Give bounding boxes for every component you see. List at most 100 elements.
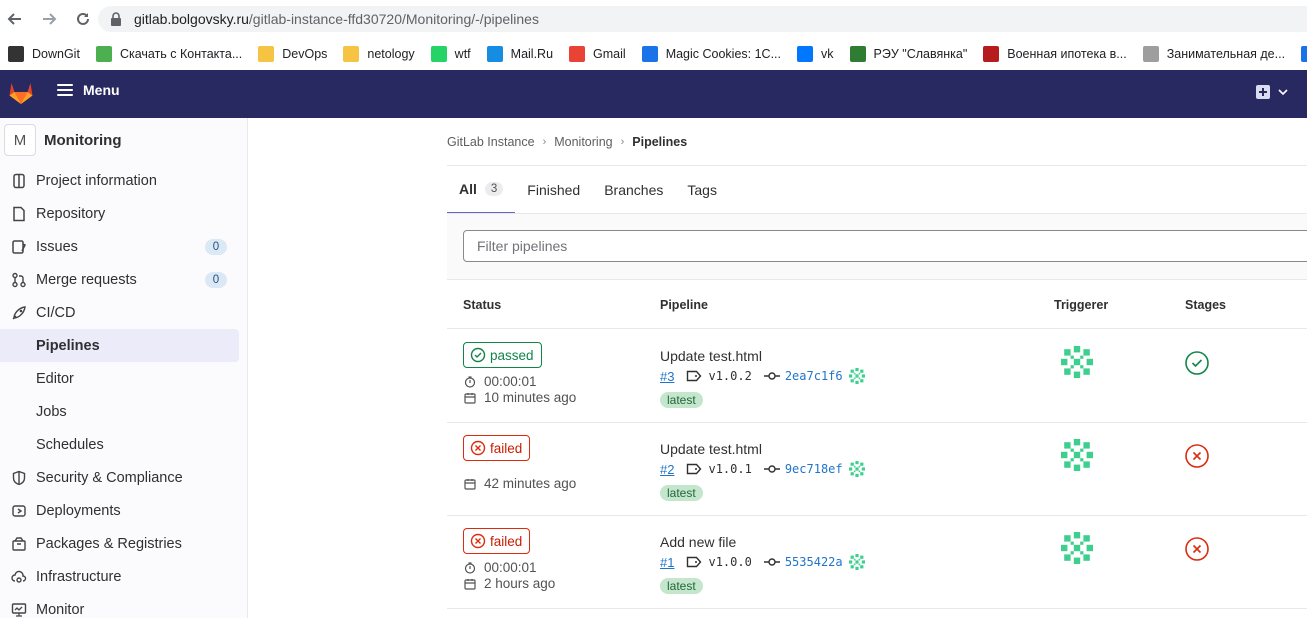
triggerer-avatar[interactable]: [1061, 439, 1093, 471]
pipeline-commit-title[interactable]: Update test.html: [660, 441, 762, 457]
commit-author-avatar[interactable]: [848, 461, 865, 477]
calendar-icon: [464, 478, 476, 490]
bookmark-item[interactable]: netology: [343, 45, 415, 62]
sidebar-item-label: Monitor: [36, 601, 85, 618]
breadcrumb-pipelines[interactable]: Pipelines: [632, 135, 687, 149]
sidebar-item-pipelines[interactable]: Pipelines: [0, 329, 239, 362]
pipeline-ref[interactable]: v1.0.0: [708, 555, 751, 569]
sidebar-item-security-compliance[interactable]: Security & Compliance: [0, 461, 247, 494]
url-host: gitlab.bolgovsky.ru: [134, 11, 249, 27]
pipeline-commit-title[interactable]: Add new file: [660, 534, 736, 550]
bookmark-favicon-icon: [430, 45, 447, 62]
sidebar-item-label: Repository: [36, 205, 106, 222]
sidebar-item-label: Jobs: [36, 403, 67, 420]
sidebar-item-label: Schedules: [36, 436, 104, 453]
back-icon[interactable]: [4, 8, 26, 30]
sidebar-item-label: Issues: [36, 238, 78, 255]
main-content: GitLab Instance › Monitoring › Pipelines…: [248, 118, 1307, 618]
sidebar-item-issues[interactable]: Issues 0: [0, 230, 247, 263]
table-row: passed 00:00:01 10 minutes ago Update te…: [447, 330, 1307, 423]
bookmark-favicon-icon: [343, 45, 360, 62]
bookmark-item[interactable]: vk: [797, 45, 834, 62]
sidebar-item-project-information[interactable]: Project information: [0, 164, 247, 197]
new-dropdown-button[interactable]: [1256, 85, 1288, 99]
finished-text: 2 hours ago: [484, 576, 556, 591]
stage-failed-icon[interactable]: [1184, 536, 1210, 562]
sidebar-item-jobs[interactable]: Jobs: [0, 395, 247, 428]
sidebar-item-schedules[interactable]: Schedules: [0, 428, 247, 461]
bookmark-label: Mail.Ru: [510, 46, 554, 61]
sidebar-item-label: Project information: [36, 172, 157, 189]
bookmark-favicon-icon: [258, 45, 275, 62]
commit-sha-link[interactable]: 2ea7c1f6: [785, 369, 843, 383]
sidebar-item-merge-requests[interactable]: Merge requests 0: [0, 263, 247, 296]
commit-icon: [763, 465, 780, 473]
pipeline-commit-title[interactable]: Update test.html: [660, 348, 762, 364]
sidebar-item-monitor[interactable]: Monitor: [0, 593, 247, 626]
bookmark-item[interactable]: Gmail: [569, 45, 626, 62]
bookmark-item[interactable]: Занимательная де...: [1142, 45, 1285, 62]
sidebar-item-infrastructure[interactable]: Infrastructure: [0, 560, 247, 593]
status-text: failed: [490, 533, 523, 549]
bookmark-item[interactable]: DownGit: [8, 45, 80, 62]
pipeline-id-link[interactable]: #2: [660, 462, 674, 477]
menu-button[interactable]: Menu: [57, 82, 120, 98]
pipeline-duration: 00:00:01: [464, 560, 537, 575]
gitlab-logo-icon[interactable]: [8, 80, 34, 106]
commit-author-avatar[interactable]: [848, 554, 865, 570]
forward-icon[interactable]: [38, 8, 60, 30]
bookmark-item[interactable]: Magic Cookies: 1С...: [641, 45, 781, 62]
bookmark-label: wtf: [454, 46, 471, 61]
reload-icon[interactable]: [72, 8, 94, 30]
tab-branches[interactable]: Branches: [592, 166, 675, 214]
sidebar-item-packages-registries[interactable]: Packages & Registries: [0, 527, 247, 560]
error-circle-icon: [470, 440, 486, 456]
sidebar-item-ci-cd[interactable]: CI/CD: [0, 296, 247, 329]
commit-sha-link[interactable]: 5535422a: [785, 555, 843, 569]
bookmark-item[interactable]: DevOps: [258, 45, 327, 62]
tab-all[interactable]: All 3: [447, 166, 516, 214]
sidebar-item-repository[interactable]: Repository: [0, 197, 247, 230]
error-circle-icon: [470, 533, 486, 549]
sidebar-item-deployments[interactable]: Deployments: [0, 494, 247, 527]
status-badge[interactable]: failed: [463, 528, 531, 554]
monitor-icon: [10, 601, 28, 619]
bookmark-item[interactable]: Военная ипотека в...: [983, 45, 1127, 62]
bookmark-label: РЭУ "Славянка": [873, 46, 968, 61]
project-header[interactable]: M Monitoring: [4, 124, 121, 156]
bookmark-item[interactable]: wtf: [430, 45, 471, 62]
pipeline-duration: 00:00:01: [464, 374, 537, 389]
bookmark-favicon-icon: [849, 45, 866, 62]
sidebar-item-editor[interactable]: Editor: [0, 362, 247, 395]
tab-tags[interactable]: Tags: [675, 166, 729, 214]
commit-author-avatar[interactable]: [848, 368, 865, 384]
bookmark-item[interactable]: Шесть: [1301, 45, 1307, 62]
commit-sha-link[interactable]: 9ec718ef: [785, 462, 843, 476]
bookmark-label: Скачать с Контакта...: [119, 46, 243, 61]
triggerer-avatar[interactable]: [1061, 532, 1093, 564]
bookmark-item[interactable]: РЭУ "Славянка": [849, 45, 968, 62]
bookmark-item[interactable]: Mail.Ru: [486, 45, 554, 62]
address-bar[interactable]: gitlab.bolgovsky.ru/gitlab-instance-ffd3…: [98, 6, 1307, 32]
status-badge[interactable]: passed: [463, 342, 542, 368]
tab-finished[interactable]: Finished: [515, 166, 592, 214]
status-badge[interactable]: failed: [463, 435, 531, 461]
triggerer-avatar[interactable]: [1061, 346, 1093, 378]
pipeline-ref[interactable]: v1.0.2: [708, 369, 751, 383]
bookmark-favicon-icon: [641, 45, 658, 62]
pipeline-id-link[interactable]: #1: [660, 555, 674, 570]
bookmark-label: vk: [821, 46, 834, 61]
url-path: /gitlab-instance-ffd30720/Monitoring/-/p…: [248, 11, 539, 27]
breadcrumb-monitoring[interactable]: Monitoring: [554, 135, 612, 149]
stage-success-icon[interactable]: [1184, 350, 1210, 376]
breadcrumb-gitlab-instance[interactable]: GitLab Instance: [447, 135, 535, 149]
bookmark-item[interactable]: Скачать с Контакта...: [95, 45, 243, 62]
stage-failed-icon[interactable]: [1184, 443, 1210, 469]
sidebar-item-label: Security & Compliance: [36, 469, 183, 486]
pipeline-id-link[interactable]: #3: [660, 369, 674, 384]
tab-branches-label: Branches: [604, 182, 664, 198]
filter-pipelines-input[interactable]: Filter pipelines: [463, 230, 1307, 262]
chevron-right-icon: ›: [620, 136, 625, 148]
status-text: passed: [490, 347, 534, 363]
pipeline-ref[interactable]: v1.0.1: [708, 462, 751, 476]
